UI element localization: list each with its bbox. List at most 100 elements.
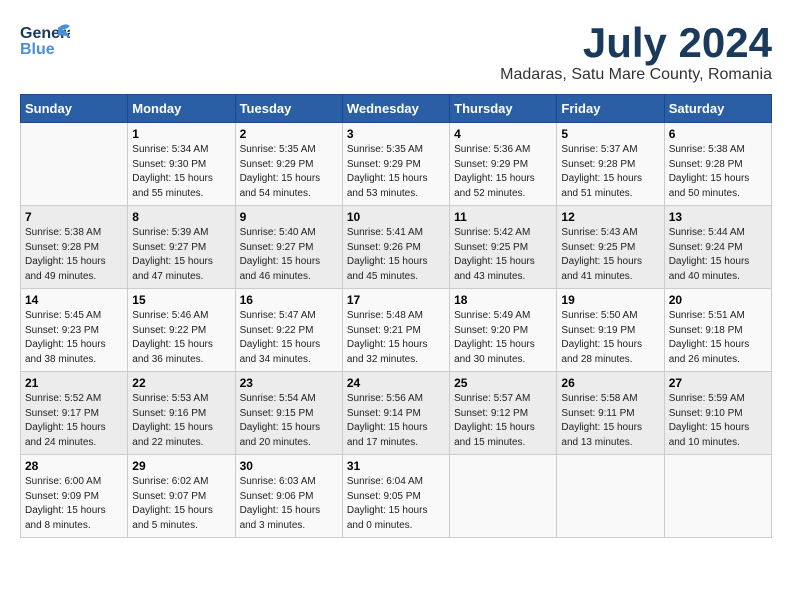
calendar-cell: 31Sunrise: 6:04 AM Sunset: 9:05 PM Dayli… <box>342 455 449 538</box>
day-number: 14 <box>25 293 123 307</box>
day-info: Sunrise: 6:00 AM Sunset: 9:09 PM Dayligh… <box>25 475 123 533</box>
calendar-cell: 24 Sunrise: 5:56 AM Sunset: 9:14 PM Dayli… <box>342 372 449 455</box>
day-info: Sunrise: 5:38 AM Sunset: 9:28 PM Dayligh… <box>25 226 123 284</box>
day-info: Sunrise: 5:40 AM Sunset: 9:27 PM Dayligh… <box>240 226 338 284</box>
day-header: Friday <box>557 95 664 123</box>
day-header: Wednesday <box>342 95 449 123</box>
calendar-cell: 13 Sunrise: 5:44 AM Sunset: 9:24 PM Dayli… <box>664 206 771 289</box>
calendar-cell: 12 Sunrise: 5:43 AM Sunset: 9:25 PM Dayli… <box>557 206 664 289</box>
day-info: Sunrise: 5:39 AM Sunset: 9:27 PM Dayligh… <box>132 226 230 284</box>
calendar-cell: 4 Sunrise: 5:36 AM Sunset: 9:29 PM Daylig… <box>450 123 557 206</box>
day-header: Tuesday <box>235 95 342 123</box>
day-info: Sunrise: 5:48 AM Sunset: 9:21 PM Dayligh… <box>347 309 445 367</box>
day-number: 19 <box>561 293 659 307</box>
day-number: 30 <box>240 459 338 473</box>
day-info: Sunrise: 5:59 AM Sunset: 9:10 PM Dayligh… <box>669 392 767 450</box>
calendar-cell: 16 Sunrise: 5:47 AM Sunset: 9:22 PM Dayli… <box>235 289 342 372</box>
calendar-cell: 10 Sunrise: 5:41 AM Sunset: 9:26 PM Dayli… <box>342 206 449 289</box>
day-number: 12 <box>561 210 659 224</box>
day-info: Sunrise: 5:57 AM Sunset: 9:12 PM Dayligh… <box>454 392 552 450</box>
day-info: Sunrise: 5:45 AM Sunset: 9:23 PM Dayligh… <box>25 309 123 367</box>
day-number: 13 <box>669 210 767 224</box>
day-number: 4 <box>454 127 552 141</box>
calendar-cell: 18 Sunrise: 5:49 AM Sunset: 9:20 PM Dayli… <box>450 289 557 372</box>
day-number: 29 <box>132 459 230 473</box>
day-info: Sunrise: 5:35 AM Sunset: 9:29 PM Dayligh… <box>240 143 338 201</box>
calendar-week-row: 21Sunrise: 5:52 AM Sunset: 9:17 PM Dayli… <box>21 372 772 455</box>
calendar-cell: 26Sunrise: 5:58 AM Sunset: 9:11 PM Dayli… <box>557 372 664 455</box>
calendar-cell: 14 Sunrise: 5:45 AM Sunset: 9:23 PM Dayli… <box>21 289 128 372</box>
calendar-cell: 3Sunrise: 5:35 AM Sunset: 9:29 PM Daylig… <box>342 123 449 206</box>
calendar-cell <box>664 455 771 538</box>
day-header: Thursday <box>450 95 557 123</box>
calendar-cell: 29 Sunrise: 6:02 AM Sunset: 9:07 PM Dayli… <box>128 455 235 538</box>
day-number: 18 <box>454 293 552 307</box>
day-number: 15 <box>132 293 230 307</box>
day-header: Monday <box>128 95 235 123</box>
day-number: 22 <box>132 376 230 390</box>
day-info: Sunrise: 5:38 AM Sunset: 9:28 PM Dayligh… <box>669 143 767 201</box>
day-info: Sunrise: 5:49 AM Sunset: 9:20 PM Dayligh… <box>454 309 552 367</box>
day-number: 11 <box>454 210 552 224</box>
day-info: Sunrise: 5:50 AM Sunset: 9:19 PM Dayligh… <box>561 309 659 367</box>
day-info: Sunrise: 5:36 AM Sunset: 9:29 PM Dayligh… <box>454 143 552 201</box>
day-number: 23 <box>240 376 338 390</box>
calendar-cell: 17 Sunrise: 5:48 AM Sunset: 9:21 PM Dayli… <box>342 289 449 372</box>
day-info: Sunrise: 6:04 AM Sunset: 9:05 PM Dayligh… <box>347 475 445 533</box>
calendar-cell: 30 Sunrise: 6:03 AM Sunset: 9:06 PM Dayli… <box>235 455 342 538</box>
calendar-cell: 27Sunrise: 5:59 AM Sunset: 9:10 PM Dayli… <box>664 372 771 455</box>
day-number: 16 <box>240 293 338 307</box>
day-number: 28 <box>25 459 123 473</box>
day-info: Sunrise: 5:52 AM Sunset: 9:17 PM Dayligh… <box>25 392 123 450</box>
day-info: Sunrise: 5:47 AM Sunset: 9:22 PM Dayligh… <box>240 309 338 367</box>
day-number: 3 <box>347 127 445 141</box>
calendar-cell <box>450 455 557 538</box>
calendar-cell <box>557 455 664 538</box>
day-number: 17 <box>347 293 445 307</box>
calendar-cell: 9 Sunrise: 5:40 AM Sunset: 9:27 PM Daylig… <box>235 206 342 289</box>
calendar-cell: 19 Sunrise: 5:50 AM Sunset: 9:19 PM Dayli… <box>557 289 664 372</box>
calendar-cell: 25 Sunrise: 5:57 AM Sunset: 9:12 PM Dayli… <box>450 372 557 455</box>
calendar-week-row: 7 Sunrise: 5:38 AM Sunset: 9:28 PM Daylig… <box>21 206 772 289</box>
header-row: SundayMondayTuesdayWednesdayThursdayFrid… <box>21 95 772 123</box>
calendar-cell <box>21 123 128 206</box>
day-info: Sunrise: 6:02 AM Sunset: 9:07 PM Dayligh… <box>132 475 230 533</box>
calendar-cell: 22 Sunrise: 5:53 AM Sunset: 9:16 PM Dayli… <box>128 372 235 455</box>
day-info: Sunrise: 6:03 AM Sunset: 9:06 PM Dayligh… <box>240 475 338 533</box>
calendar-cell: 11 Sunrise: 5:42 AM Sunset: 9:25 PM Dayli… <box>450 206 557 289</box>
day-info: Sunrise: 5:42 AM Sunset: 9:25 PM Dayligh… <box>454 226 552 284</box>
calendar-cell: 23 Sunrise: 5:54 AM Sunset: 9:15 PM Dayli… <box>235 372 342 455</box>
day-number: 7 <box>25 210 123 224</box>
day-number: 10 <box>347 210 445 224</box>
day-number: 6 <box>669 127 767 141</box>
day-info: Sunrise: 5:53 AM Sunset: 9:16 PM Dayligh… <box>132 392 230 450</box>
day-info: Sunrise: 5:37 AM Sunset: 9:28 PM Dayligh… <box>561 143 659 201</box>
calendar-week-row: 14 Sunrise: 5:45 AM Sunset: 9:23 PM Dayli… <box>21 289 772 372</box>
day-info: Sunrise: 5:43 AM Sunset: 9:25 PM Dayligh… <box>561 226 659 284</box>
day-number: 2 <box>240 127 338 141</box>
svg-text:Blue: Blue <box>20 41 55 58</box>
day-number: 24 <box>347 376 445 390</box>
day-number: 9 <box>240 210 338 224</box>
calendar-cell: 15 Sunrise: 5:46 AM Sunset: 9:22 PM Dayli… <box>128 289 235 372</box>
calendar-cell: 2 Sunrise: 5:35 AM Sunset: 9:29 PM Daylig… <box>235 123 342 206</box>
day-number: 20 <box>669 293 767 307</box>
day-header: Sunday <box>21 95 128 123</box>
calendar-cell: 1Sunrise: 5:34 AM Sunset: 9:30 PM Daylig… <box>128 123 235 206</box>
day-info: Sunrise: 5:44 AM Sunset: 9:24 PM Dayligh… <box>669 226 767 284</box>
day-info: Sunrise: 5:46 AM Sunset: 9:22 PM Dayligh… <box>132 309 230 367</box>
calendar-cell: 6 Sunrise: 5:38 AM Sunset: 9:28 PM Daylig… <box>664 123 771 206</box>
day-number: 25 <box>454 376 552 390</box>
day-info: Sunrise: 5:54 AM Sunset: 9:15 PM Dayligh… <box>240 392 338 450</box>
calendar-cell: 7 Sunrise: 5:38 AM Sunset: 9:28 PM Daylig… <box>21 206 128 289</box>
main-title: July 2024 <box>500 20 772 66</box>
sub-title: Madaras, Satu Mare County, Romania <box>500 66 772 84</box>
logo: General Blue <box>20 20 70 60</box>
day-info: Sunrise: 5:51 AM Sunset: 9:18 PM Dayligh… <box>669 309 767 367</box>
calendar-cell: 21Sunrise: 5:52 AM Sunset: 9:17 PM Dayli… <box>21 372 128 455</box>
calendar-cell: 20 Sunrise: 5:51 AM Sunset: 9:18 PM Dayli… <box>664 289 771 372</box>
day-info: Sunrise: 5:41 AM Sunset: 9:26 PM Dayligh… <box>347 226 445 284</box>
header: General Blue July 2024 Madaras, Satu Mar… <box>20 20 772 84</box>
day-info: Sunrise: 5:56 AM Sunset: 9:14 PM Dayligh… <box>347 392 445 450</box>
title-area: July 2024 Madaras, Satu Mare County, Rom… <box>500 20 772 84</box>
